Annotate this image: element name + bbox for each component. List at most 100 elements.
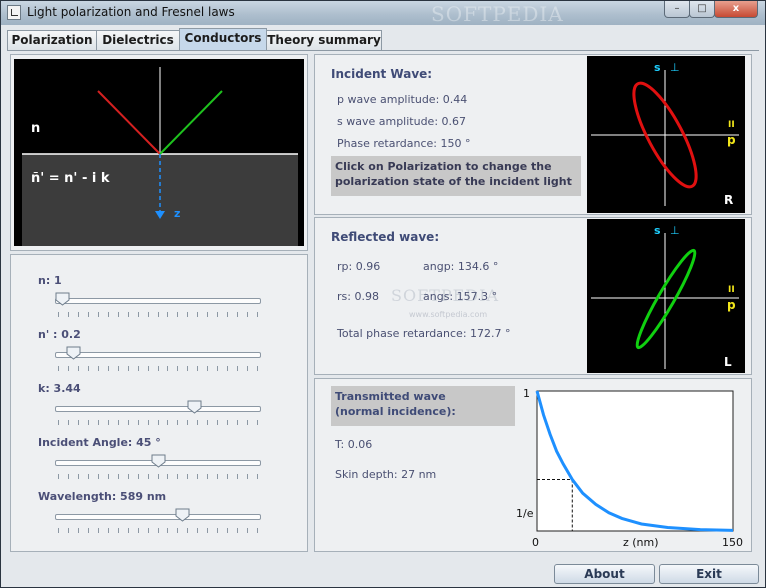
slider-tick <box>227 420 229 425</box>
tab-theory-summary[interactable]: Theory summary <box>266 30 382 50</box>
slider-thumb-icon[interactable] <box>175 508 190 522</box>
slider-tick <box>207 474 209 479</box>
k-slider-ticks <box>55 420 261 426</box>
n-label: n <box>31 121 41 136</box>
z-label: z <box>174 207 181 220</box>
slider-tick <box>117 312 119 317</box>
slider-tick <box>167 312 169 317</box>
wavelength-slider-ticks <box>55 528 261 534</box>
minimize-button[interactable]: – <box>664 1 690 18</box>
tab-polarization[interactable]: Polarization <box>7 30 97 50</box>
slider-tick <box>97 312 99 317</box>
slider-tick <box>257 528 258 533</box>
wavelength-slider-track[interactable] <box>55 514 261 520</box>
slider-tick <box>87 312 89 317</box>
slider-tick <box>247 366 249 371</box>
slider-tick <box>247 528 249 533</box>
close-button[interactable]: x <box>714 1 758 18</box>
window-title: Light polarization and Fresnel laws <box>27 5 235 19</box>
n-slider-track[interactable] <box>55 298 261 304</box>
slider-tick <box>77 420 79 425</box>
slider-tick <box>157 366 159 371</box>
maximize-button[interactable]: □ <box>689 1 715 18</box>
reflected-ellipse <box>635 248 697 350</box>
transmitted-wave-header: Transmitted wave (normal incidence): <box>331 386 515 426</box>
n-prime-slider-track[interactable] <box>55 352 261 358</box>
softpedia-watermark: SOFTPEDIA <box>391 286 499 305</box>
slider-tick <box>177 312 179 317</box>
x-axis-tick-0: 0 <box>532 536 539 549</box>
slider-tick <box>77 312 79 317</box>
exit-button[interactable]: Exit <box>659 564 759 584</box>
slider-tick <box>107 474 109 479</box>
slider-tick <box>237 366 239 371</box>
incident-ray <box>97 90 161 155</box>
angle-slider-ticks <box>55 474 261 480</box>
slider-tick <box>117 474 119 479</box>
s-axis-label: s <box>654 61 661 74</box>
angp-value: angp: 134.6 ° <box>423 260 499 273</box>
reflected-wave-header: Reflected wave: <box>331 230 440 244</box>
n-prime-slider-thumb[interactable] <box>66 346 81 360</box>
slider-tick <box>217 312 219 317</box>
y-axis-tick-1: 1 <box>523 387 530 400</box>
slider-tick <box>127 312 129 317</box>
about-button[interactable]: About <box>554 564 655 584</box>
handedness-label: L <box>724 355 732 369</box>
n-slider-thumb[interactable] <box>55 292 70 306</box>
slider-tick <box>197 312 199 317</box>
wavelength-slider-label: Wavelength: 589 nm <box>38 490 167 503</box>
k-slider-thumb[interactable] <box>187 400 202 414</box>
slider-tick <box>247 312 249 317</box>
slider-tick <box>187 366 189 371</box>
slider-tick <box>127 528 129 533</box>
slider-tick <box>117 528 119 533</box>
tab-dielectrics[interactable]: Dielectrics <box>96 30 180 50</box>
slider-tick <box>197 474 199 479</box>
parallel-icon: II <box>728 120 735 130</box>
polarization-hint-line1: Click on Polarization to change the <box>335 160 552 173</box>
app-icon <box>7 5 21 20</box>
slider-thumb-icon[interactable] <box>55 292 70 306</box>
slider-tick <box>177 420 179 425</box>
wavelength-slider-thumb[interactable] <box>175 508 190 522</box>
parallel-icon: II <box>728 285 735 295</box>
slider-tick <box>157 420 159 425</box>
total-phase-retardance: Total phase retardance: 172.7 ° <box>337 327 511 340</box>
slider-tick <box>237 474 239 479</box>
reflected-polarization-plot: s ⊥ II p L <box>587 219 745 373</box>
slider-tick <box>67 420 69 425</box>
slider-thumb-icon[interactable] <box>151 454 166 468</box>
slider-thumb-icon[interactable] <box>66 346 81 360</box>
x-axis-label: z (nm) <box>623 536 659 549</box>
slider-tick <box>157 528 159 533</box>
slider-tick <box>197 366 199 371</box>
angle-slider-label: Incident Angle: 45 ° <box>38 436 161 449</box>
slider-tick <box>167 366 169 371</box>
transmitted-header-line2: (normal incidence): <box>335 405 456 418</box>
p-axis-label: p <box>727 133 736 147</box>
slider-tick <box>187 420 189 425</box>
slider-tick <box>207 312 209 317</box>
slider-tick <box>97 528 99 533</box>
slider-tick <box>257 366 258 371</box>
slider-tick <box>127 366 129 371</box>
slider-tick <box>117 366 119 371</box>
slider-tick <box>147 528 149 533</box>
n-slider-ticks <box>55 312 261 318</box>
handedness-label: R <box>724 193 734 207</box>
p-wave-amplitude: p wave amplitude: 0.44 <box>337 93 468 106</box>
k-slider-track[interactable] <box>55 406 261 412</box>
slider-tick <box>257 474 258 479</box>
p-axis-label: p <box>727 298 736 312</box>
polarization-hint-line2: polarization state of the incident light <box>335 175 572 188</box>
slider-tick <box>237 420 239 425</box>
rs-value: rs: 0.98 <box>337 290 379 303</box>
slider-thumb-icon[interactable] <box>187 400 202 414</box>
perpendicular-icon: ⊥ <box>670 61 680 74</box>
x-axis-tick-150: 150 <box>722 536 743 549</box>
slider-tick <box>217 474 219 479</box>
slider-tick <box>217 528 219 533</box>
tab-conductors[interactable]: Conductors <box>179 28 267 51</box>
angle-slider-thumb[interactable] <box>151 454 166 468</box>
